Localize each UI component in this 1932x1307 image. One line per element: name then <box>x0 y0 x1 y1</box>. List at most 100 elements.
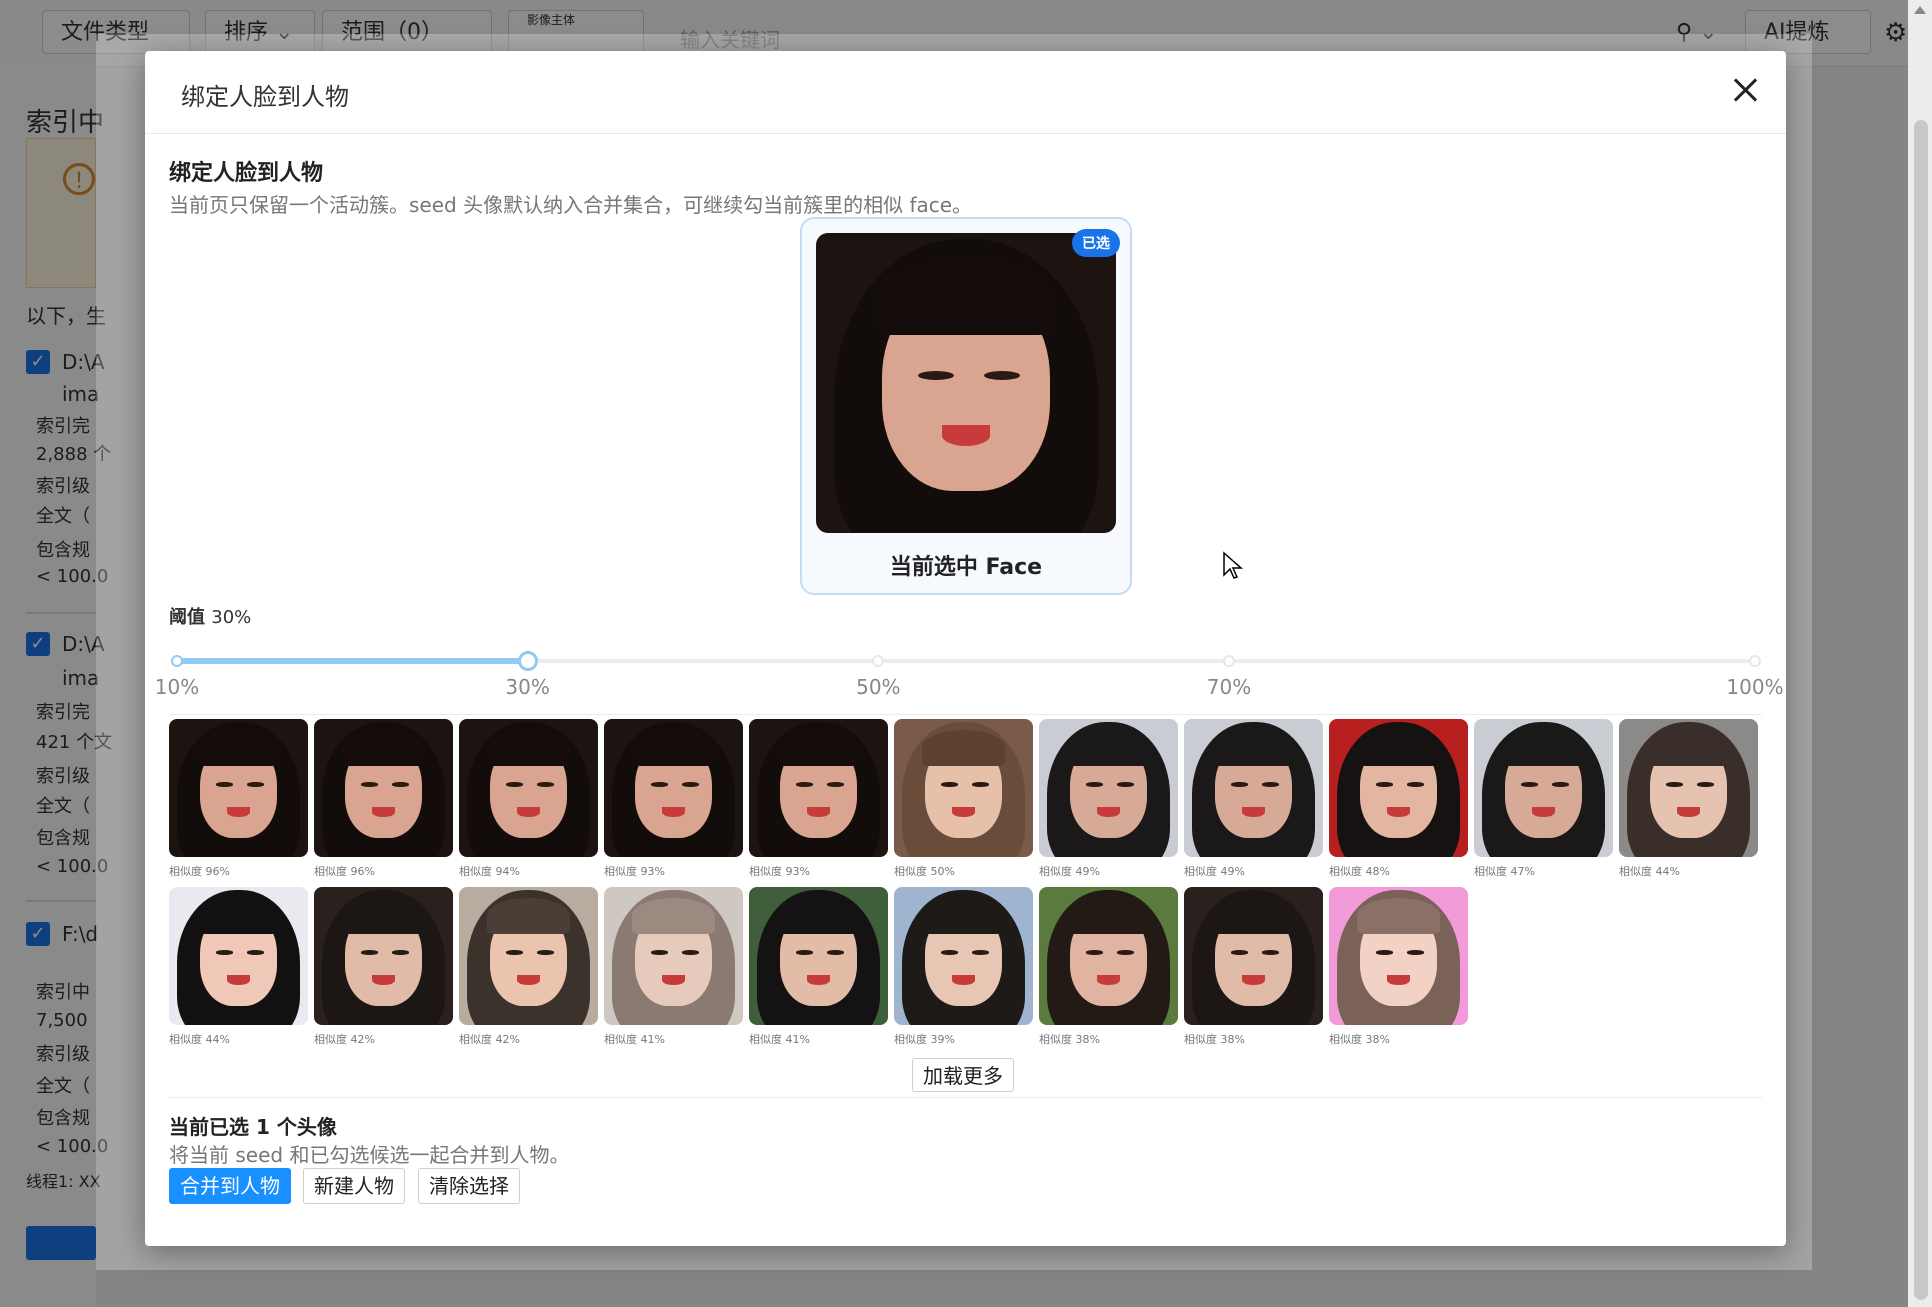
photo-bangs <box>341 730 426 766</box>
close-icon[interactable] <box>1728 73 1764 109</box>
candidate-face-image <box>459 887 598 1025</box>
scrollbar-thumb[interactable] <box>1914 120 1928 1300</box>
divider <box>169 714 1762 715</box>
photo-eye <box>361 782 378 787</box>
candidate-face[interactable]: 相似度 44% <box>1619 719 1758 878</box>
photo-eye <box>1521 782 1538 787</box>
photo-mouth <box>227 975 250 985</box>
photo-eye <box>1261 950 1279 955</box>
candidate-similarity: 相似度 41% <box>749 1033 810 1046</box>
photo-mouth <box>662 975 685 985</box>
photo-bangs <box>631 730 716 766</box>
candidate-face-image <box>169 887 308 1025</box>
photo-eye <box>536 782 554 787</box>
candidate-face-image <box>604 719 743 857</box>
photo-bangs <box>341 898 426 934</box>
photo-eye <box>361 950 378 955</box>
photo-eye <box>506 782 523 787</box>
candidate-face[interactable]: 相似度 49% <box>1184 719 1323 878</box>
candidate-face[interactable]: 相似度 93% <box>749 719 888 878</box>
slider-mark-label[interactable]: 10% <box>155 675 199 699</box>
photo-eye <box>1116 782 1134 787</box>
candidate-similarity: 相似度 93% <box>604 865 665 878</box>
candidate-face[interactable]: 相似度 93% <box>604 719 743 878</box>
candidate-face-image <box>604 887 743 1025</box>
photo-eye <box>651 950 668 955</box>
photo-eye <box>1376 782 1393 787</box>
photo-eye <box>246 782 264 787</box>
photo-bangs <box>1211 730 1296 766</box>
section-description: 当前页只保留一个活动簇。seed 头像默认纳入合并集合，可继续勾当前簇里的相似 … <box>169 193 973 217</box>
slider-track <box>177 658 528 664</box>
merge-to-person-button[interactable]: 合并到人物 <box>169 1168 291 1204</box>
photo-eye <box>651 782 668 787</box>
new-person-button[interactable]: 新建人物 <box>303 1168 405 1204</box>
candidate-similarity: 相似度 94% <box>459 865 520 878</box>
slider-mark-label[interactable]: 100% <box>1726 675 1783 699</box>
selected-badge: 已选 <box>1072 229 1120 257</box>
section-title: 绑定人脸到人物 <box>169 161 324 186</box>
load-more-button[interactable]: 加载更多 <box>912 1058 1014 1092</box>
candidate-face-image <box>1039 719 1178 857</box>
photo-eye <box>1406 950 1424 955</box>
candidate-face-image <box>314 719 453 857</box>
slider-step-dot[interactable] <box>171 655 183 667</box>
slider-mark-label[interactable]: 50% <box>856 675 900 699</box>
candidate-similarity: 相似度 44% <box>169 1033 230 1046</box>
candidate-face[interactable]: 相似度 94% <box>459 719 598 878</box>
photo-bangs <box>1646 730 1731 766</box>
slider-mark-label[interactable]: 70% <box>1207 675 1251 699</box>
threshold-slider[interactable] <box>171 651 1761 671</box>
photo-mouth <box>227 807 250 817</box>
candidate-face[interactable]: 相似度 96% <box>314 719 453 878</box>
photo-mouth <box>372 975 395 985</box>
candidate-similarity: 相似度 49% <box>1039 865 1100 878</box>
seed-face-label: 当前选中 Face <box>889 555 1043 580</box>
photo-mouth <box>1242 807 1265 817</box>
candidate-face[interactable]: 相似度 48% <box>1329 719 1468 878</box>
slider-step-dot[interactable] <box>872 655 885 667</box>
candidate-face[interactable]: 相似度 49% <box>1039 719 1178 878</box>
candidate-face[interactable]: 相似度 38% <box>1329 887 1468 1046</box>
clear-selection-button[interactable]: 清除选择 <box>418 1168 520 1204</box>
slider-marks: 10% 30% 50% 70% 100% <box>155 675 1784 703</box>
page-scrollbar[interactable] <box>1908 0 1932 1307</box>
candidate-face[interactable]: 相似度 47% <box>1474 719 1613 878</box>
photo-eye <box>1406 782 1424 787</box>
photo-eye <box>536 950 554 955</box>
candidate-similarity: 相似度 38% <box>1184 1033 1245 1046</box>
candidate-grid: 相似度 96% 相似度 96% 相似度 94% 相似度 93% 相似度 93% 相似度 5… <box>169 719 1769 1046</box>
photo-eye <box>1696 782 1714 787</box>
photo-eye <box>984 371 1020 380</box>
candidate-face-image <box>1329 719 1468 857</box>
photo-mouth <box>517 807 540 817</box>
candidate-face[interactable]: 相似度 41% <box>604 887 743 1046</box>
candidate-face[interactable]: 相似度 39% <box>894 887 1033 1046</box>
candidate-face[interactable]: 相似度 41% <box>749 887 888 1046</box>
photo-mouth <box>807 807 830 817</box>
scroll-up-arrow-icon[interactable] <box>1914 6 1926 14</box>
candidate-similarity: 相似度 42% <box>314 1033 375 1046</box>
candidate-face[interactable]: 相似度 38% <box>1039 887 1178 1046</box>
candidate-face-image <box>1329 887 1468 1025</box>
candidate-similarity: 相似度 47% <box>1474 865 1535 878</box>
photo-bangs <box>631 898 716 934</box>
photo-bangs <box>1066 898 1151 934</box>
candidate-face[interactable]: 相似度 96% <box>169 719 308 878</box>
seed-face-card[interactable]: 已选 当前选中 Face <box>800 217 1132 595</box>
photo-eye <box>796 950 813 955</box>
slider-step-dot[interactable] <box>1223 655 1235 667</box>
candidate-face[interactable]: 相似度 44% <box>169 887 308 1046</box>
photo-mouth <box>1097 975 1120 985</box>
candidate-face[interactable]: 相似度 38% <box>1184 887 1323 1046</box>
photo-bangs <box>776 730 861 766</box>
candidate-face[interactable]: 相似度 42% <box>459 887 598 1046</box>
candidate-face-image <box>169 719 308 857</box>
photo-eye <box>391 950 409 955</box>
candidate-face[interactable]: 相似度 42% <box>314 887 453 1046</box>
slider-handle[interactable] <box>517 651 538 671</box>
slider-mark-label[interactable]: 30% <box>505 675 549 699</box>
candidate-face[interactable]: 相似度 50% <box>894 719 1033 878</box>
candidate-similarity: 相似度 39% <box>894 1033 955 1046</box>
slider-step-dot[interactable] <box>1749 655 1761 667</box>
